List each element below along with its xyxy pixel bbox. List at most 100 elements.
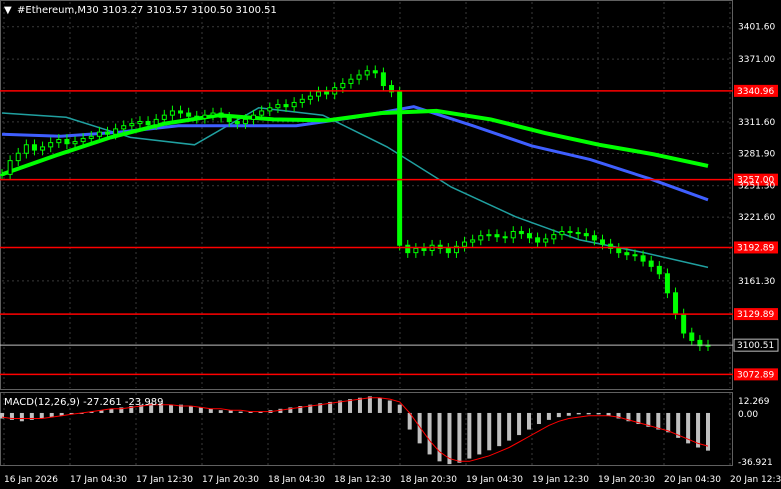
macd-bar — [218, 410, 223, 413]
candle-body — [23, 144, 29, 154]
level-price-label: 3072.89 — [737, 370, 774, 380]
macd-bar — [427, 412, 432, 455]
candle-body — [518, 230, 524, 235]
candle-body — [145, 121, 151, 126]
level-price-label: 3340.96 — [737, 87, 774, 97]
time-tick-label: 19 Jan 12:30 — [532, 475, 589, 485]
candle-body — [56, 138, 62, 144]
macd-bar — [586, 412, 591, 415]
price-tick-label: 3371.00 — [738, 55, 775, 65]
candle-body — [510, 230, 516, 239]
candle-body — [218, 112, 224, 118]
candle-body — [169, 110, 175, 116]
candle-body — [640, 255, 646, 262]
macd-bar — [477, 412, 482, 455]
candle-body — [113, 128, 119, 135]
candle-body — [470, 239, 476, 243]
candle-body — [40, 146, 46, 151]
macd-scale-zero: 0.00 — [738, 410, 758, 420]
chart-title: #Ethereum,M30 3103.27 3103.57 3100.50 31… — [17, 5, 277, 16]
candle-body — [494, 234, 500, 238]
macd-label: MACD(12,26,9) -27.261 -23.989 — [4, 397, 164, 408]
price-tick-label: 3161.30 — [738, 277, 775, 287]
candle-body — [372, 70, 378, 74]
candle-body — [48, 142, 54, 148]
price-candles — [0, 65, 711, 351]
level-price-label: 3192.89 — [737, 243, 774, 253]
candle-body — [267, 107, 273, 112]
macd-bar — [387, 400, 392, 413]
macd-bar — [656, 412, 661, 430]
price-tick-label: 3311.60 — [738, 118, 775, 128]
time-tick-label: 18 Jan 20:30 — [400, 475, 457, 485]
macd-scale-top: 12.269 — [738, 397, 770, 407]
macd-bar — [457, 412, 462, 463]
candle-body — [567, 230, 573, 234]
chart-canvas: 3340.963257.003192.893129.893072.893100.… — [0, 0, 781, 485]
candle-body — [462, 241, 468, 247]
candle-body — [551, 234, 557, 240]
candle-body — [7, 160, 13, 175]
time-tick-label: 17 Jan 04:30 — [70, 475, 127, 485]
time-tick-label: 20 Jan 04:30 — [664, 475, 721, 485]
candle-body — [234, 121, 240, 125]
macd-bar — [666, 412, 671, 433]
candle-body — [413, 247, 419, 254]
macd-bar — [19, 412, 24, 422]
candle-body — [535, 237, 541, 243]
candle-body — [242, 118, 248, 125]
macd-bar — [576, 412, 581, 415]
candle-body — [364, 70, 370, 76]
macd-bar — [596, 412, 601, 415]
macd-bar — [546, 412, 551, 420]
price-tick-label: 3281.90 — [738, 149, 775, 159]
candle-body — [283, 104, 289, 108]
candle-body — [299, 98, 305, 103]
macd-bar — [447, 412, 452, 465]
candle-body — [478, 235, 484, 241]
macd-bar — [706, 412, 710, 451]
candle-body — [202, 114, 208, 119]
candle-body — [186, 112, 192, 117]
macd-scale-bottom: -36.921 — [738, 458, 773, 468]
candle-body — [486, 234, 492, 237]
macd-bar — [437, 412, 442, 462]
candle-body — [161, 114, 167, 120]
candle-body — [673, 292, 679, 315]
candle-body — [275, 104, 281, 109]
candle-body — [616, 247, 622, 254]
time-tick-label: 17 Jan 12:30 — [136, 475, 193, 485]
candle-body — [291, 101, 297, 108]
candle-body — [153, 118, 159, 126]
candle-body — [96, 131, 102, 137]
time-tick-label: 18 Jan 04:30 — [268, 475, 325, 485]
current-price-label: 3100.51 — [737, 341, 774, 351]
time-tick-label: 20 Jan 12:30 — [730, 475, 781, 485]
candle-body — [259, 110, 265, 116]
candle-body — [624, 252, 630, 256]
macd-bar — [507, 412, 512, 441]
dropdown-arrow-icon[interactable]: ▼ — [4, 5, 12, 16]
candle-body — [340, 82, 346, 89]
macd-bar — [39, 412, 44, 419]
macd-bar — [238, 411, 243, 413]
macd-bar — [566, 412, 571, 416]
candle-body — [583, 233, 589, 237]
macd-bar — [357, 397, 362, 413]
time-tick-label: 18 Jan 12:30 — [334, 475, 391, 485]
candle-body — [421, 247, 427, 252]
macd-bar — [198, 407, 203, 413]
candle-body — [681, 313, 687, 334]
candle-body — [348, 78, 354, 84]
candle-body — [526, 233, 532, 239]
price-tick-label: 3401.60 — [738, 23, 775, 33]
candle-body — [632, 254, 638, 257]
macd-bar — [487, 412, 492, 451]
candle-body — [324, 91, 330, 95]
time-tick-label: 19 Jan 20:30 — [598, 475, 655, 485]
candle-body — [0, 173, 5, 176]
candle-body — [88, 135, 94, 139]
price-tick-label: 3251.30 — [738, 182, 775, 192]
candle-body — [31, 144, 37, 151]
macd-bar — [169, 404, 174, 413]
